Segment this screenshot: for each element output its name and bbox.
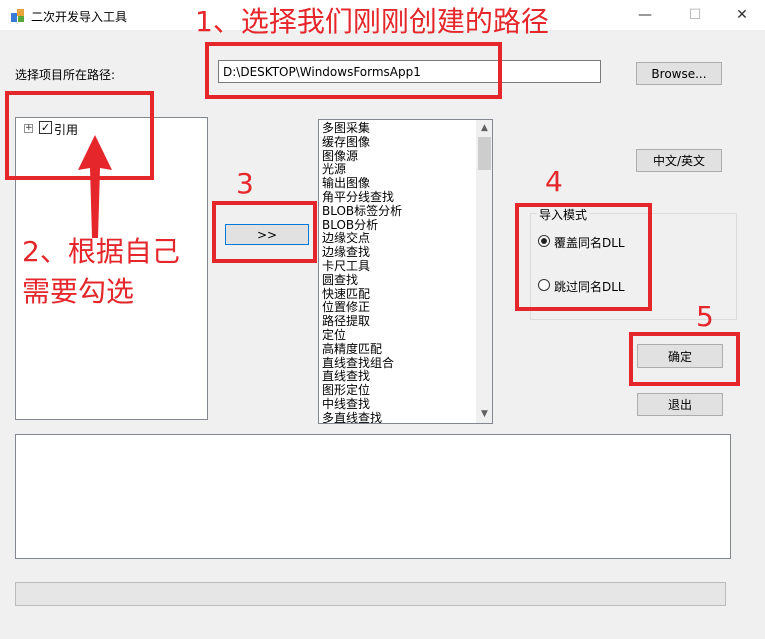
list-item[interactable]: 缓存图像 (322, 135, 474, 150)
tool-list: 多图采集 缓存图像 图像源 光源 输出图像 角平分线查找 BLOB标签分析 BLOB分析 边缘交… (322, 121, 474, 423)
annotation-step-1: 1、选择我们刚刚创建的路径 (195, 5, 549, 38)
tool-listbox[interactable]: 多图采集 缓存图像 图像源 光源 输出图像 角平分线查找 BLOB标签分析 BLOB分析 边缘交… (318, 119, 493, 424)
list-scrollbar[interactable]: ▲ ▼ (476, 120, 492, 423)
annotation-step-4: 4 (545, 165, 563, 198)
browse-button[interactable]: Browse... (636, 62, 722, 85)
list-item[interactable]: 定位 (322, 328, 474, 343)
list-item[interactable]: 边缘查找 (322, 245, 474, 260)
annotation-step-5: 5 (696, 300, 714, 333)
annotation-box-4 (515, 203, 652, 311)
list-item[interactable]: 直线查找组合 (322, 356, 474, 371)
scroll-down-icon[interactable]: ▼ (476, 406, 492, 423)
annotation-box-3 (212, 201, 317, 263)
list-item[interactable]: 卡尺工具 (322, 259, 474, 274)
list-item[interactable]: 输出图像 (322, 176, 474, 191)
exit-button[interactable]: 退出 (637, 393, 723, 416)
output-textbox[interactable] (15, 434, 731, 559)
minimize-button[interactable]: — (622, 0, 668, 30)
list-item[interactable]: 多直线查找 (322, 411, 474, 423)
window-title: 二次开发导入工具 (31, 10, 128, 24)
maximize-button[interactable]: ☐ (672, 0, 718, 30)
list-item[interactable]: 高精度匹配 (322, 342, 474, 357)
list-item[interactable]: 圆查找 (322, 273, 474, 288)
list-item[interactable]: 中线查找 (322, 397, 474, 412)
list-item[interactable]: BLOB标签分析 (322, 204, 474, 219)
list-item[interactable]: 图形定位 (322, 383, 474, 398)
annotation-step-2-line2: 需要勾选 (22, 275, 135, 308)
annotation-step-3: 3 (236, 167, 254, 200)
annotation-step-2-line1: 2、根据自己 (22, 235, 180, 268)
list-item[interactable]: 边缘交点 (322, 232, 474, 246)
app-icon (11, 9, 24, 22)
path-label: 选择项目所在路径: (15, 68, 116, 82)
close-button[interactable]: ✕ (719, 0, 765, 30)
list-item[interactable]: 角平分线查找 (322, 190, 474, 205)
list-item[interactable]: 图像源 (322, 149, 474, 164)
list-item[interactable]: 路径提取 (322, 314, 474, 329)
scroll-up-icon[interactable]: ▲ (476, 120, 492, 137)
language-toggle-button[interactable]: 中文/英文 (636, 149, 722, 172)
scroll-thumb[interactable] (478, 137, 491, 170)
annotation-box-5 (629, 332, 740, 386)
progress-bar (15, 582, 726, 606)
annotation-arrow-icon (78, 135, 112, 238)
annotation-box-1 (205, 42, 502, 99)
list-item[interactable]: 多图采集 (322, 121, 474, 136)
annotation-step-2: 2、根据自己 需要勾选 (22, 232, 180, 312)
